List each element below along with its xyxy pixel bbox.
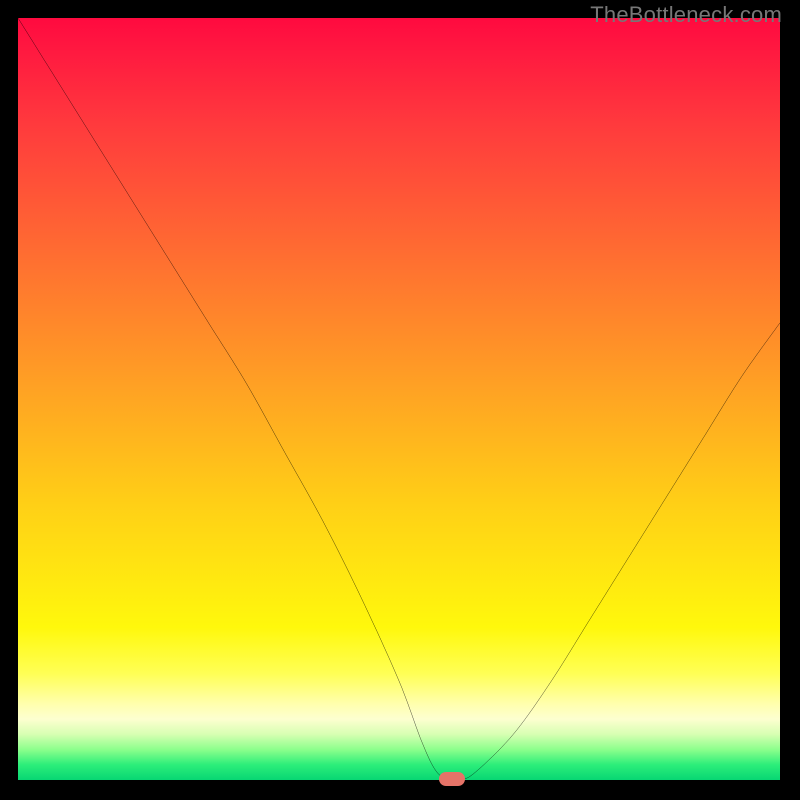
chart-frame: TheBottleneck.com	[0, 0, 800, 800]
optimum-marker	[439, 772, 465, 786]
bottleneck-curve	[18, 18, 780, 780]
plot-area	[18, 18, 780, 780]
